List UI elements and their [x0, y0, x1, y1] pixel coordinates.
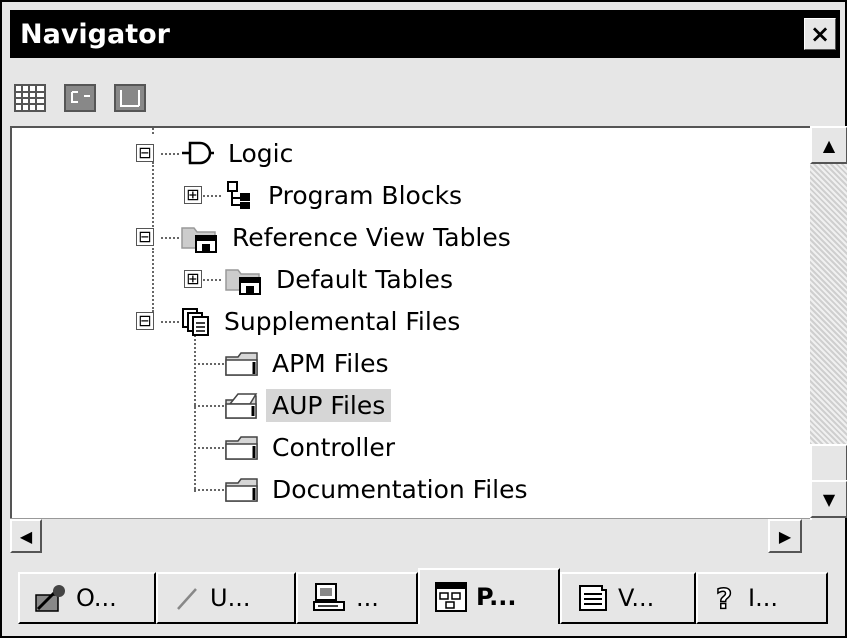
detail-view-button[interactable]	[114, 82, 146, 114]
tree-connector	[161, 321, 179, 323]
collapse-toggle[interactable]: ⊟	[136, 228, 154, 246]
pencil-icon	[177, 588, 197, 610]
view-icon	[579, 585, 607, 611]
tree-item-label: Default Tables	[276, 264, 453, 294]
tree-connector	[152, 128, 154, 134]
tab-computer[interactable]: ...	[296, 572, 418, 624]
scroll-right-button[interactable]: ▶	[768, 519, 802, 553]
folder-icon	[225, 352, 258, 376]
logic-gate-icon	[182, 141, 214, 165]
close-button[interactable]: ×	[804, 18, 836, 50]
collapse-toggle[interactable]: ⊟	[136, 144, 154, 162]
tab-label: U...	[210, 584, 251, 612]
tree-item-program-blocks[interactable]: Program Blocks	[224, 176, 468, 214]
arrow-down-icon: ▼	[822, 489, 836, 509]
computer-icon	[313, 583, 345, 611]
project-icon	[435, 582, 467, 612]
folder-icon	[225, 436, 258, 460]
expand-toggle[interactable]: ⊞	[184, 186, 202, 204]
tree-connector	[194, 447, 224, 449]
arrow-right-icon: ▶	[778, 526, 792, 546]
tab-label: P...	[476, 583, 517, 611]
tree-item-label: AUP Files	[266, 388, 392, 422]
tools-icon	[35, 585, 65, 612]
tree-connector	[161, 237, 179, 239]
grid-view-icon	[14, 84, 46, 112]
tab-v[interactable]: V...	[560, 572, 696, 624]
tab-o[interactable]: O...	[18, 572, 156, 624]
tab-label: I...	[748, 584, 778, 612]
table-folder-icon	[181, 227, 217, 253]
tree-item-reference-view-tables[interactable]: Reference View Tables	[180, 218, 517, 256]
tree-connector	[203, 195, 221, 197]
tree-item-supplemental-files[interactable]: Supplemental Files	[180, 302, 466, 340]
tree-item-label: Logic	[228, 138, 294, 168]
tree-connector	[203, 279, 221, 281]
tree-item-label: Reference View Tables	[232, 222, 511, 252]
program-blocks-icon	[227, 181, 250, 209]
help-icon: ?	[715, 582, 733, 614]
tab-label: V...	[618, 584, 655, 612]
tree-item-label: APM Files	[272, 348, 389, 378]
toolbar	[10, 66, 840, 128]
grid-view-button[interactable]	[14, 82, 46, 114]
folder-icon	[225, 478, 258, 502]
title-bar: Navigator ×	[10, 10, 840, 58]
horizontal-scrollbar[interactable]: ◀ ▶	[10, 518, 810, 555]
detail-view-icon	[114, 84, 146, 112]
tree-item-controller[interactable]: Controller	[224, 428, 401, 466]
tree-item-default-tables[interactable]: Default Tables	[224, 260, 459, 298]
tree-connector	[194, 332, 196, 492]
tree-connector	[161, 153, 179, 155]
tree-connector	[194, 405, 224, 407]
expand-toggle[interactable]: ⊞	[184, 270, 202, 288]
tree-item-label: Documentation Files	[272, 474, 528, 504]
collapse-toggle[interactable]: ⊟	[136, 312, 154, 330]
tree-item-documentation-files[interactable]: Documentation Files	[224, 470, 534, 508]
open-folder-icon	[225, 393, 258, 419]
tab-u[interactable]: U...	[156, 572, 296, 624]
table-folder-icon	[225, 269, 261, 295]
scroll-down-button[interactable]: ▼	[810, 480, 847, 518]
tab-label: O...	[76, 584, 117, 612]
tree-item-label: Supplemental Files	[224, 306, 461, 336]
window-title: Navigator	[20, 19, 170, 50]
scroll-up-button[interactable]: ▲	[810, 126, 847, 164]
tree-connector	[152, 248, 154, 312]
navigator-window: Navigator × ⊟ ⊞ ⊟ ⊞ ⊟ Logic Program Bloc…	[0, 0, 847, 638]
arrow-left-icon: ◀	[19, 526, 33, 546]
tree-item-label: Controller	[272, 432, 395, 462]
tree-view[interactable]: ⊟ ⊞ ⊟ ⊞ ⊟ Logic Program Blocks Reference…	[10, 126, 812, 520]
tab-i[interactable]: ? I...	[696, 572, 828, 624]
svg-text:?: ?	[716, 582, 732, 614]
tree-item-aup-files[interactable]: AUP Files	[224, 386, 392, 424]
close-icon: ×	[809, 20, 831, 48]
list-view-icon	[64, 84, 96, 112]
tree-connector	[194, 363, 224, 365]
tree-connector	[152, 162, 154, 230]
scroll-left-button[interactable]: ◀	[10, 519, 42, 553]
tree-item-apm-files[interactable]: APM Files	[224, 344, 395, 382]
tree-item-logic[interactable]: Logic	[180, 134, 299, 172]
tree-connector	[194, 489, 224, 491]
list-view-button[interactable]	[64, 82, 96, 114]
tab-label: ...	[356, 584, 379, 612]
supplemental-files-icon	[182, 308, 209, 336]
vertical-scroll-thumb[interactable]	[810, 444, 847, 482]
tab-strip: O... U... ... P... V... ? I...	[10, 568, 840, 628]
vertical-scrollbar[interactable]: ▲ ▼	[810, 126, 847, 518]
tree-item-label: Program Blocks	[268, 180, 463, 210]
arrow-up-icon: ▲	[822, 135, 836, 155]
tab-project[interactable]: P...	[418, 568, 560, 624]
